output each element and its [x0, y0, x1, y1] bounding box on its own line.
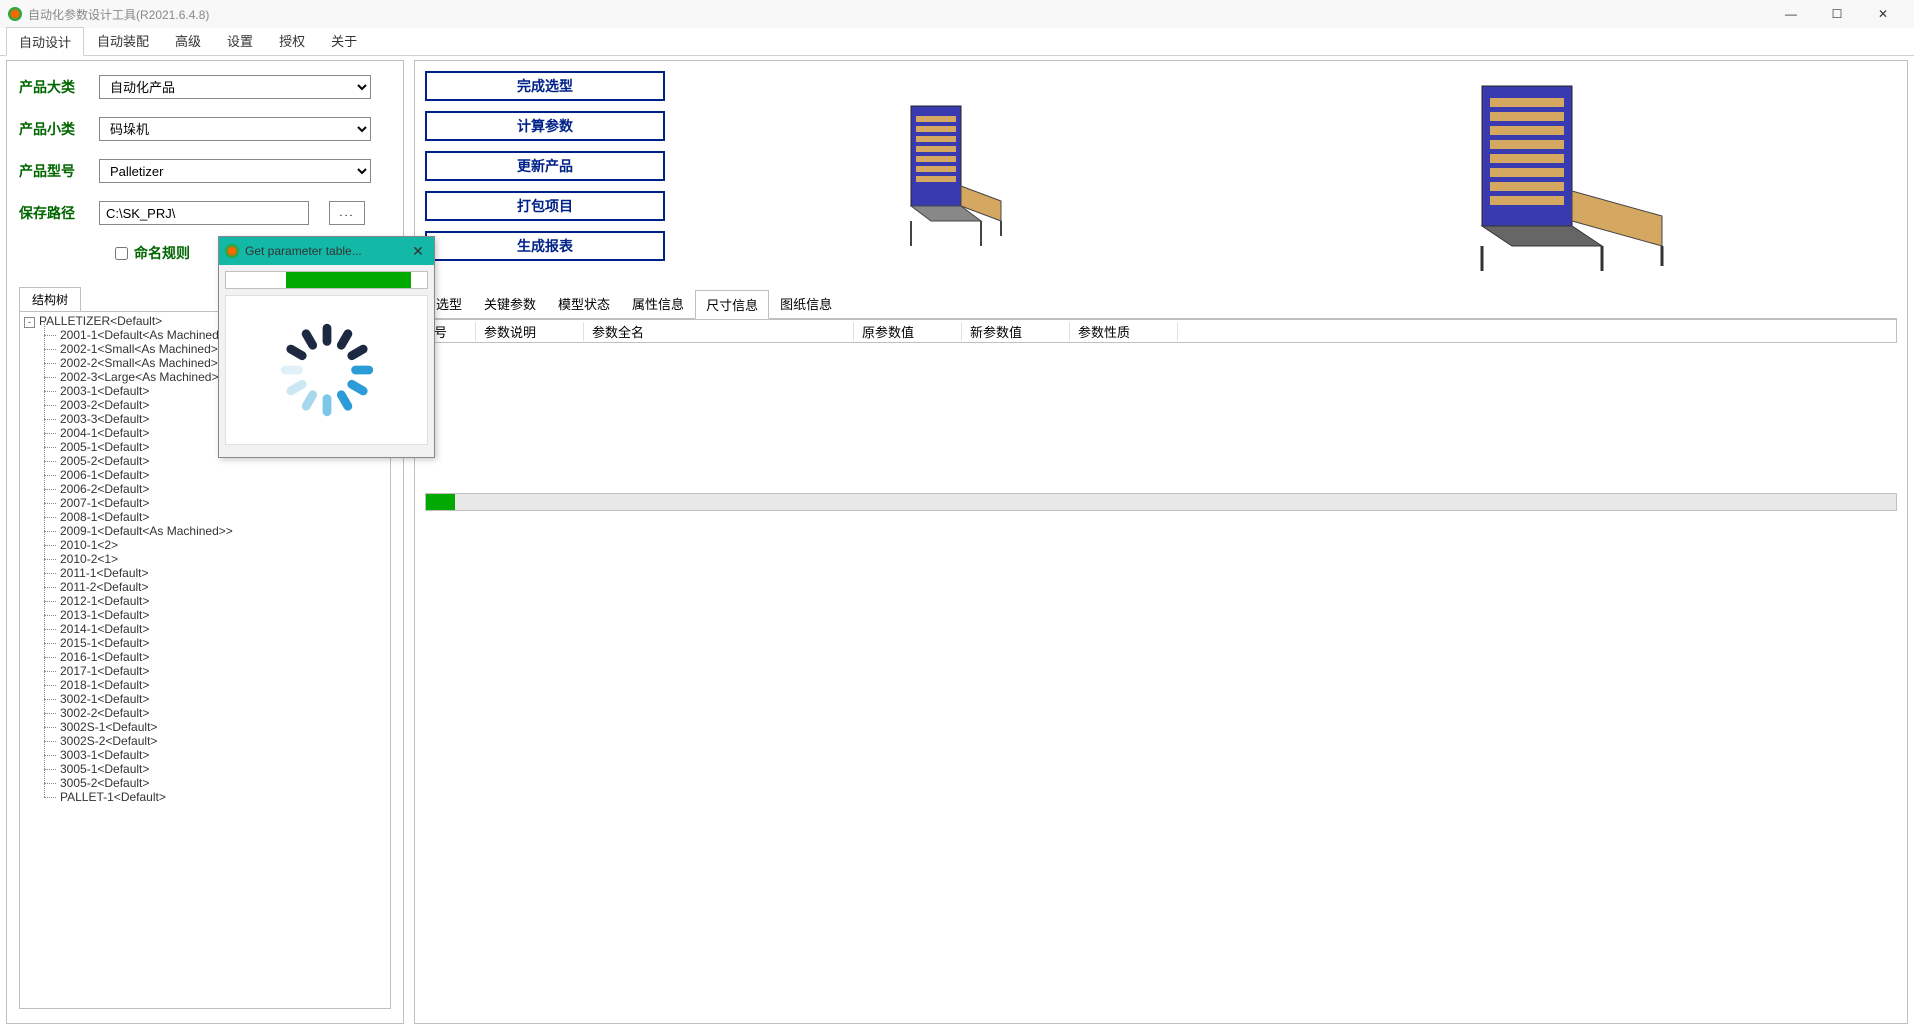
preview-image-small: [881, 96, 1021, 256]
data-tab-dimensions[interactable]: 尺寸信息: [695, 290, 769, 319]
package-project-button[interactable]: 打包项目: [425, 191, 665, 221]
generate-report-button[interactable]: 生成报表: [425, 231, 665, 261]
close-button[interactable]: ✕: [1860, 0, 1906, 28]
tree-item[interactable]: 2012-1<Default>: [24, 594, 386, 608]
modal-close-button[interactable]: ✕: [408, 243, 428, 260]
left-panel: 产品大类 自动化产品 产品小类 码垛机 产品型号 Palletizer 保存路径…: [6, 60, 404, 1024]
tree-tab[interactable]: 结构树: [19, 287, 81, 311]
data-table: 号 参数说明 参数全名 原参数值 新参数值 参数性质: [425, 319, 1897, 343]
tree-item[interactable]: 2017-1<Default>: [24, 664, 386, 678]
tree-item[interactable]: 3002S-2<Default>: [24, 734, 386, 748]
tab-settings[interactable]: 设置: [214, 26, 266, 55]
modal-spinner: [225, 295, 428, 445]
titlebar: 自动化参数设计工具(R2021.6.4.8) — ☐ ✕: [0, 0, 1914, 28]
loading-modal: Get parameter table... ✕: [218, 236, 435, 458]
naming-rule-checkbox[interactable]: [115, 247, 128, 260]
minimize-button[interactable]: —: [1768, 0, 1814, 28]
calculate-params-button[interactable]: 计算参数: [425, 111, 665, 141]
tree-collapse-icon[interactable]: -: [24, 317, 35, 328]
col-desc: 参数说明: [476, 322, 584, 341]
tree-item[interactable]: 2011-1<Default>: [24, 566, 386, 580]
tree-item[interactable]: 2011-2<Default>: [24, 580, 386, 594]
tree-item[interactable]: 3002S-1<Default>: [24, 720, 386, 734]
tree-item[interactable]: PALLET-1<Default>: [24, 790, 386, 804]
path-input[interactable]: [99, 201, 309, 225]
tree-item[interactable]: 3002-2<Default>: [24, 706, 386, 720]
tree-item[interactable]: 2014-1<Default>: [24, 622, 386, 636]
subcategory-select[interactable]: 码垛机: [99, 117, 371, 141]
tree-item[interactable]: 3003-1<Default>: [24, 748, 386, 762]
tab-auto-assembly[interactable]: 自动装配: [84, 26, 162, 55]
modal-progress: [225, 271, 428, 289]
tree-item[interactable]: 2010-2<1>: [24, 552, 386, 566]
maximize-button[interactable]: ☐: [1814, 0, 1860, 28]
tree-item[interactable]: 2015-1<Default>: [24, 636, 386, 650]
col-nature: 参数性质: [1070, 322, 1178, 341]
tree-item[interactable]: 2010-1<2>: [24, 538, 386, 552]
tree-item[interactable]: 2013-1<Default>: [24, 608, 386, 622]
action-buttons: 完成选型 计算参数 更新产品 打包项目 生成报表: [425, 71, 675, 281]
tree-item[interactable]: 2007-1<Default>: [24, 496, 386, 510]
naming-rule-label: 命名规则: [134, 243, 190, 263]
tree-item[interactable]: 2016-1<Default>: [24, 650, 386, 664]
col-fullname: 参数全名: [584, 322, 854, 341]
tab-auto-design[interactable]: 自动设计: [6, 27, 84, 56]
model-select[interactable]: Palletizer: [99, 159, 371, 183]
app-icon: [8, 7, 22, 21]
tab-authorize[interactable]: 授权: [266, 26, 318, 55]
tree-item[interactable]: 2006-2<Default>: [24, 482, 386, 496]
tab-advanced[interactable]: 高级: [162, 26, 214, 55]
data-tab-keyparams[interactable]: 关键参数: [473, 289, 547, 318]
data-tab-drawings[interactable]: 图纸信息: [769, 289, 843, 318]
spinner-icon: [272, 315, 382, 425]
category-select[interactable]: 自动化产品: [99, 75, 371, 99]
col-oldval: 原参数值: [854, 322, 962, 341]
subcategory-label: 产品小类: [19, 119, 99, 139]
tree-item[interactable]: 2006-1<Default>: [24, 468, 386, 482]
data-tab-attributes[interactable]: 属性信息: [621, 289, 695, 318]
complete-selection-button[interactable]: 完成选型: [425, 71, 665, 101]
col-newval: 新参数值: [962, 322, 1070, 341]
app-title: 自动化参数设计工具(R2021.6.4.8): [28, 6, 1768, 23]
tab-about[interactable]: 关于: [318, 26, 370, 55]
data-tabs: 选型 关键参数 模型状态 属性信息 尺寸信息 图纸信息: [425, 289, 1897, 319]
modal-title-text: Get parameter table...: [245, 244, 408, 258]
path-label: 保存路径: [19, 203, 99, 223]
category-label: 产品大类: [19, 77, 99, 97]
update-product-button[interactable]: 更新产品: [425, 151, 665, 181]
modal-app-icon: [225, 244, 239, 258]
tree-item[interactable]: 3005-1<Default>: [24, 762, 386, 776]
tree-item[interactable]: 2018-1<Default>: [24, 678, 386, 692]
tree-item[interactable]: 2008-1<Default>: [24, 510, 386, 524]
right-panel: 完成选型 计算参数 更新产品 打包项目 生成报表: [414, 60, 1908, 1024]
tree-item[interactable]: 2009-1<Default<As Machined>>: [24, 524, 386, 538]
bottom-progress: [425, 493, 1897, 511]
tree-item[interactable]: 3005-2<Default>: [24, 776, 386, 790]
data-tab-modelstate[interactable]: 模型状态: [547, 289, 621, 318]
tree-item[interactable]: 3002-1<Default>: [24, 692, 386, 706]
main-tabs: 自动设计 自动装配 高级 设置 授权 关于: [0, 28, 1914, 56]
preview-area: [675, 71, 1897, 281]
model-label: 产品型号: [19, 161, 99, 181]
browse-button[interactable]: ...: [329, 201, 365, 225]
preview-image-large: [1432, 76, 1692, 276]
